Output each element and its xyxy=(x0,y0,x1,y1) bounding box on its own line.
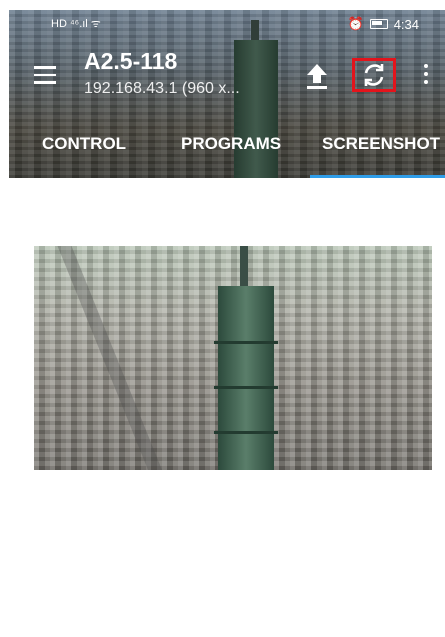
screenshot-tower xyxy=(218,286,274,470)
refresh-icon xyxy=(364,64,384,86)
page-title: A2.5-118 xyxy=(84,48,178,74)
status-signal-indicators: HD ⁴⁶.ıl ᯤ xyxy=(51,18,101,30)
screenshot-tower-segment xyxy=(214,386,278,389)
status-right-group: ⏰ 4:34 xyxy=(348,16,420,32)
screenshot-tower-segment xyxy=(214,341,278,344)
device-screenshot-image[interactable] xyxy=(34,246,432,470)
refresh-button[interactable] xyxy=(352,58,396,92)
alarm-icon: ⏰ xyxy=(347,16,364,31)
tab-control[interactable]: CONTROL xyxy=(42,134,126,154)
more-vertical-icon[interactable] xyxy=(423,64,429,86)
app-header: HD ⁴⁶.ıl ᯤ ⏰ 4:34 A2.5-118 192.168.43.1 … xyxy=(9,10,445,178)
menu-icon[interactable] xyxy=(34,66,56,84)
screenshot-road xyxy=(57,246,165,470)
upload-icon[interactable] xyxy=(305,62,329,90)
battery-icon xyxy=(369,19,388,29)
device-address: 192.168.43.1 (960 x... xyxy=(84,80,240,97)
tab-screenshot[interactable]: SCREENSHOT xyxy=(322,134,440,154)
tab-bar: CONTROL PROGRAMS SCREENSHOT xyxy=(9,128,445,178)
screenshot-tower-segment xyxy=(214,431,278,434)
active-tab-indicator xyxy=(310,175,445,178)
tab-programs[interactable]: PROGRAMS xyxy=(181,134,281,154)
status-time: 4:34 xyxy=(393,16,419,32)
